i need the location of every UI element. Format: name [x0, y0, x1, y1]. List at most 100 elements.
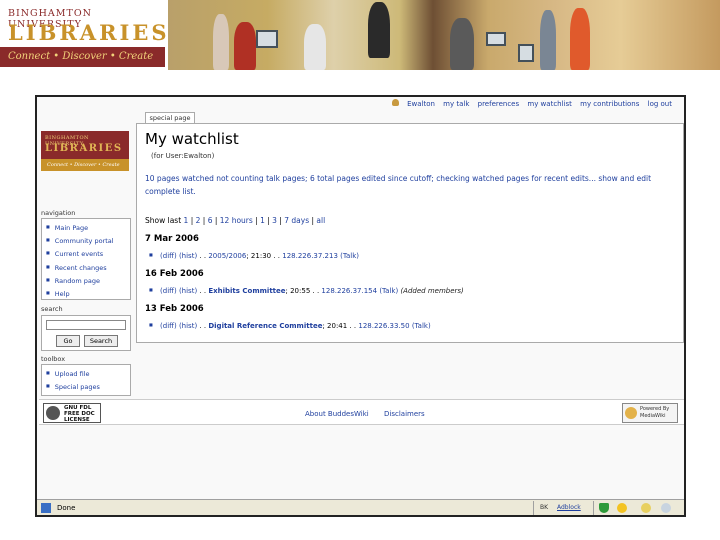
person-figure: [234, 22, 256, 70]
monitor-shape: [518, 44, 534, 62]
entry-time: ; 20:41: [322, 322, 348, 330]
nav-help[interactable]: Help: [46, 287, 130, 300]
browser-status-bar: Done BK Adblock: [37, 499, 684, 515]
watchlist-info: 10 pages watched not counting talk pages…: [145, 172, 675, 198]
adblock-status[interactable]: Adblock: [557, 504, 581, 511]
user-ip-link[interactable]: 128.226.37.154: [321, 287, 377, 295]
ptools-watchlist-link[interactable]: my watchlist: [527, 100, 572, 108]
person-figure: [570, 8, 590, 70]
hist-link[interactable]: (hist): [179, 322, 197, 330]
watchlist-entry: (diff) (hist) . . Digital Reference Comm…: [149, 322, 431, 330]
show-last-option[interactable]: 3: [272, 216, 277, 225]
library-banner: BINGHAMTON UNIVERSITY LIBRARIES Connect …: [0, 0, 720, 70]
cloud-icon[interactable]: [661, 503, 671, 513]
ptools-contributions-link[interactable]: my contributions: [580, 100, 639, 108]
nav-current-events[interactable]: Current events: [46, 247, 130, 260]
banner-photo-collage: [168, 0, 720, 70]
watchlist-entry: (diff) (hist) . . Exhibits Committee; 20…: [149, 287, 464, 295]
gnu-fdl-badge[interactable]: GNU FDL FREE DOC LICENSE: [43, 403, 101, 423]
powered-by-mediawiki-badge[interactable]: Powered By MediaWiki: [622, 403, 678, 423]
date-heading: 7 Mar 2006: [145, 234, 199, 244]
ptools-user-link[interactable]: Ewalton: [407, 100, 435, 108]
person-figure: [213, 14, 229, 70]
wiki-logo[interactable]: BINGHAMTON UNIVERSITY LIBRARIES Connect …: [41, 131, 129, 171]
logo-libraries-text: LIBRARIES: [8, 20, 170, 45]
toolbox-title: toolbox: [41, 355, 66, 363]
libraries-logo: BINGHAMTON UNIVERSITY LIBRARIES Connect …: [0, 0, 167, 70]
edit-comment: (Added members): [400, 287, 464, 295]
talk-link[interactable]: (Talk): [412, 322, 431, 330]
disclaimers-link[interactable]: Disclaimers: [384, 410, 425, 418]
status-zone-label: BK: [540, 504, 549, 511]
page-link[interactable]: Digital Reference Committee: [208, 322, 322, 330]
diff-link[interactable]: (diff): [160, 322, 177, 330]
user-ip-link[interactable]: 128.226.37.213: [282, 252, 338, 260]
show-last-option[interactable]: 12 hours: [220, 216, 253, 225]
weather-icon[interactable]: [641, 503, 651, 513]
browser-window: Ewalton my talk preferences my watchlist…: [35, 95, 686, 517]
show-last-option[interactable]: 2: [196, 216, 201, 225]
page-link[interactable]: 2005/2006: [208, 252, 246, 260]
mediawiki-badge-text: Powered By MediaWiki: [640, 406, 670, 419]
show-last-option[interactable]: all: [316, 216, 325, 225]
person-figure: [540, 10, 556, 70]
sun-icon[interactable]: [617, 503, 627, 513]
talk-link[interactable]: (Talk): [379, 287, 398, 295]
nav-recent-changes[interactable]: Recent changes: [46, 261, 130, 274]
status-text: Done: [57, 504, 76, 512]
page-footer: GNU FDL FREE DOC LICENSE About BuddesWik…: [39, 399, 684, 425]
talk-link[interactable]: (Talk): [340, 252, 359, 260]
personal-tools: Ewalton my talk preferences my watchlist…: [391, 99, 672, 108]
entry-separator: . .: [199, 287, 207, 295]
page-title: My watchlist: [145, 130, 239, 148]
navigation-title: navigation: [41, 209, 76, 217]
monitor-shape: [256, 30, 278, 48]
show-last-option[interactable]: 1: [184, 216, 189, 225]
ptools-logout-link[interactable]: log out: [648, 100, 672, 108]
show-last-option[interactable]: 6: [208, 216, 213, 225]
entry-time: ; 21:30: [246, 252, 272, 260]
person-figure: [304, 24, 326, 70]
page-subtitle: (for User:Ewalton): [151, 152, 215, 160]
navigation-portlet: Main Page Community portal Current event…: [41, 218, 131, 300]
check-recent-edits-link[interactable]: checking watched pages for recent edits.…: [436, 174, 596, 183]
search-button[interactable]: Search: [84, 335, 118, 347]
toolbox-special-pages[interactable]: Special pages: [46, 380, 130, 393]
entry-time: ; 20:55: [285, 287, 311, 295]
page-link[interactable]: Exhibits Committee: [208, 287, 285, 295]
page-done-icon: [41, 503, 51, 513]
shield-icon[interactable]: [599, 503, 609, 513]
watchlist-info-text: 10 pages watched not counting talk pages…: [145, 174, 437, 183]
wiki-logo-libraries: LIBRARIES: [45, 143, 123, 154]
nav-community-portal[interactable]: Community portal: [46, 234, 130, 247]
go-button[interactable]: Go: [56, 335, 80, 347]
about-link[interactable]: About BuddesWiki: [305, 410, 369, 418]
status-divider: [533, 501, 534, 515]
show-last-option[interactable]: 7 days: [284, 216, 309, 225]
date-heading: 13 Feb 2006: [145, 304, 204, 314]
show-last-option[interactable]: 1: [260, 216, 265, 225]
entry-separator: . .: [199, 322, 207, 330]
search-title: search: [41, 305, 63, 313]
person-figure: [450, 18, 474, 70]
monitor-shape: [486, 32, 506, 46]
gnu-badge-text: GNU FDL FREE DOC LICENSE: [64, 405, 95, 423]
user-ip-link[interactable]: 128.226.33.50: [358, 322, 409, 330]
person-figure: [368, 2, 390, 58]
hist-link[interactable]: (hist): [179, 252, 197, 260]
diff-link[interactable]: (diff): [160, 287, 177, 295]
show-last-selector: Show last 1 | 2 | 6 | 12 hours | 1 | 3 |…: [145, 216, 326, 225]
hist-link[interactable]: (hist): [179, 287, 197, 295]
status-divider: [593, 501, 594, 515]
diff-link[interactable]: (diff): [160, 252, 177, 260]
nav-random-page[interactable]: Random page: [46, 274, 130, 287]
logo-tagline: Connect • Discover • Create: [0, 47, 165, 67]
gnu-head-icon: [46, 406, 60, 420]
nav-main-page[interactable]: Main Page: [46, 221, 130, 234]
ptools-talk-link[interactable]: my talk: [443, 100, 469, 108]
ptools-preferences-link[interactable]: preferences: [478, 100, 520, 108]
mediawiki-sunflower-icon: [625, 407, 637, 419]
toolbox-upload-file[interactable]: Upload file: [46, 367, 130, 380]
search-input[interactable]: [46, 320, 126, 330]
date-heading: 16 Feb 2006: [145, 269, 204, 279]
